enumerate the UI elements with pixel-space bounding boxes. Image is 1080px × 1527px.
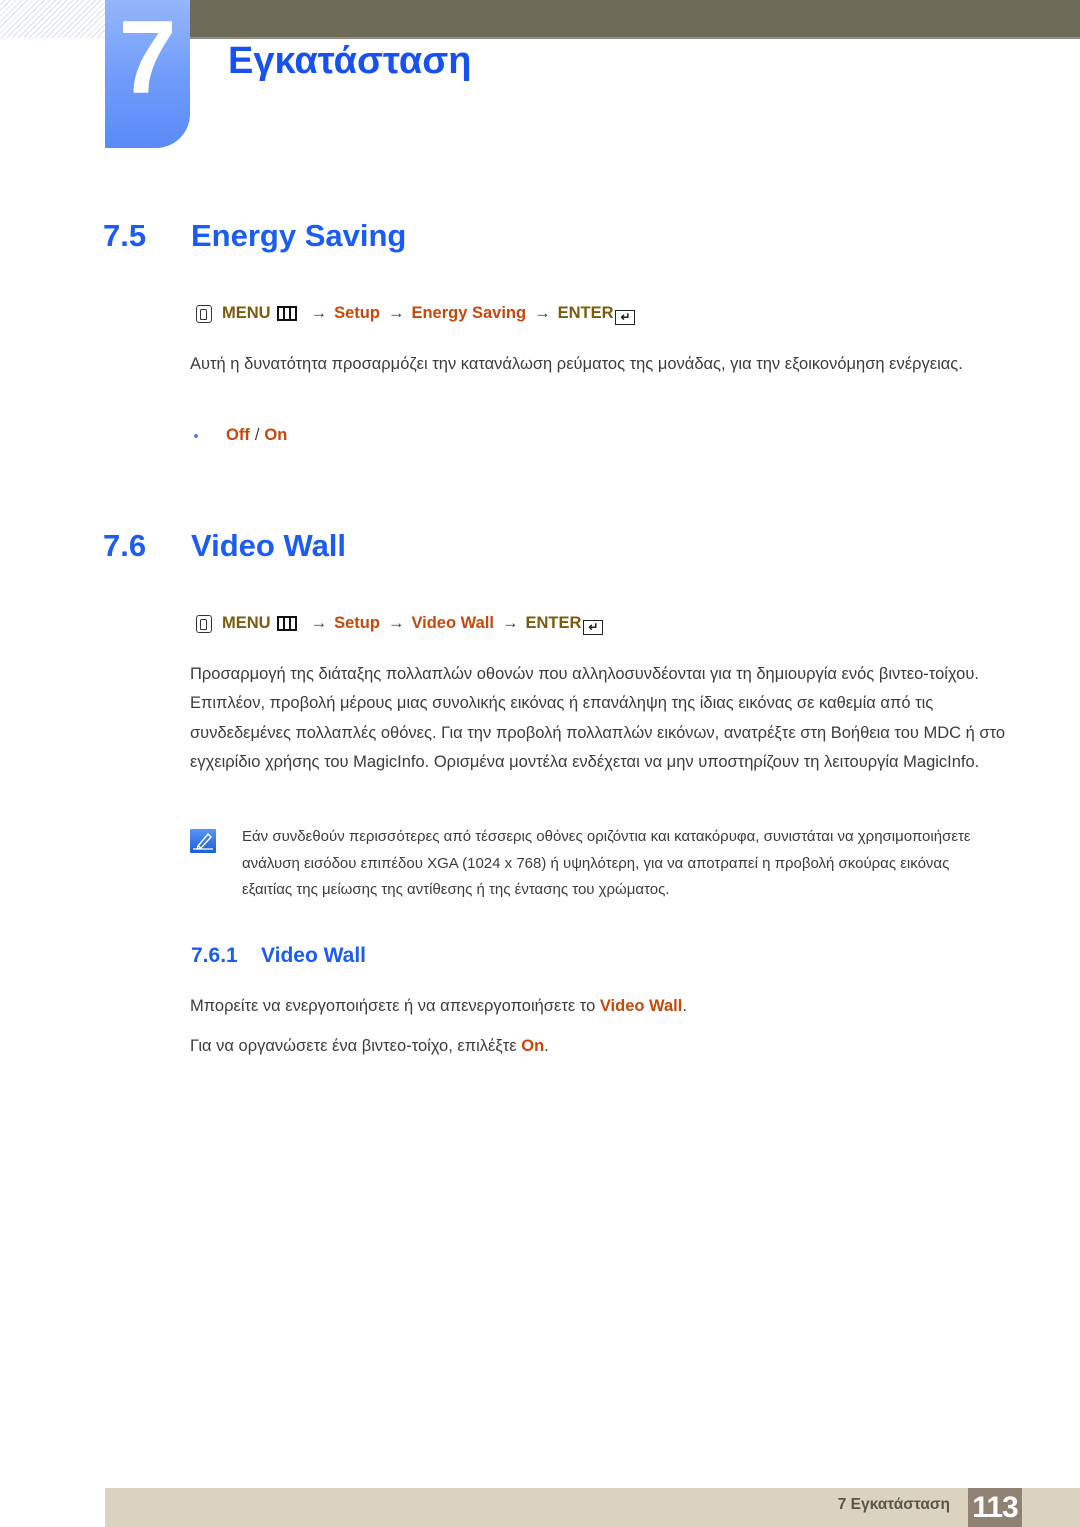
section-number: 7.5 xyxy=(103,218,147,253)
menu-item-setup: Setup xyxy=(334,304,380,322)
note-pencil-icon xyxy=(190,829,216,853)
video-wall-note: Εάν συνδεθούν περισσότερες από τέσσερις … xyxy=(242,828,971,898)
header-hatch-decoration xyxy=(0,0,105,38)
arrow: → xyxy=(534,304,551,322)
menu-item-energy-saving: Energy Saving xyxy=(411,304,527,322)
enter-icon: ↵ xyxy=(583,620,604,635)
page-number: 113 xyxy=(968,1488,1022,1527)
menu-grid-icon xyxy=(276,306,297,321)
menu-grid-icon xyxy=(276,616,297,631)
chapter-number: 7 xyxy=(118,0,177,116)
subsection-title: Video Wall xyxy=(261,944,367,967)
line-text: Μπορείτε να ενεργοποιήσετε ή να απενεργο… xyxy=(190,997,600,1015)
menu-item-video-wall: Video Wall xyxy=(411,614,494,632)
footer-chapter-label: 7 Εγκατάσταση xyxy=(837,1496,950,1513)
enter-icon: ↵ xyxy=(615,310,636,325)
energy-saving-options: Off / On xyxy=(194,426,287,445)
menu-path-video-wall: MENU → Setup → Video Wall → ENTER ↵ xyxy=(196,612,604,635)
video-wall-line-2: Για να οργανώσετε ένα βιντεο-τοίχο, επιλ… xyxy=(190,1032,1010,1061)
line-text: . xyxy=(682,997,687,1015)
section-heading-video-wall: 7.6 Video Wall xyxy=(103,528,346,564)
video-wall-line-1: Μπορείτε να ενεργοποιήσετε ή να απενεργο… xyxy=(190,992,1010,1021)
footer-bar: 7 Εγκατάσταση xyxy=(105,1488,1080,1527)
arrow: → xyxy=(387,614,405,632)
arrow: → xyxy=(387,304,405,322)
line-text: . xyxy=(544,1037,549,1055)
section-title: Video Wall xyxy=(191,528,347,563)
option-separator: / xyxy=(254,426,260,444)
subsection-heading-video-wall: 7.6.1 Video Wall xyxy=(191,944,366,968)
energy-saving-description: Αυτή η δυνατότητα προσαρμόζει την κατανά… xyxy=(190,355,963,373)
menu-item-setup: Setup xyxy=(334,614,380,632)
line-text: Για να οργανώσετε ένα βιντεο-τοίχο, επιλ… xyxy=(190,1037,522,1055)
section-number: 7.6 xyxy=(103,528,147,563)
subsection-number: 7.6.1 xyxy=(191,944,238,967)
menu-label: MENU xyxy=(222,304,271,322)
option-off: Off xyxy=(226,426,250,444)
header-bar xyxy=(190,0,1080,39)
hand-remote-icon xyxy=(196,614,212,633)
enter-label: ENTER xyxy=(525,614,582,632)
arrow: → xyxy=(310,304,328,322)
highlight-on: On xyxy=(521,1037,545,1055)
section-title: Energy Saving xyxy=(191,218,407,253)
chapter-number-badge: 7 xyxy=(105,0,190,148)
highlight-video-wall: Video Wall xyxy=(599,997,683,1015)
menu-label: MENU xyxy=(222,614,271,632)
hand-remote-icon xyxy=(196,304,212,323)
enter-label: ENTER xyxy=(557,304,614,322)
video-wall-description: Προσαρμογή της διάταξης πολλαπλών οθονών… xyxy=(190,665,1006,771)
chapter-title: Εγκατάσταση xyxy=(228,40,472,82)
arrow: → xyxy=(310,614,328,632)
arrow: → xyxy=(501,614,519,632)
section-heading-energy-saving: 7.5 Energy Saving xyxy=(103,218,406,254)
bullet-icon xyxy=(194,433,198,438)
menu-path-energy-saving: MENU → Setup → Energy Saving → ENTER ↵ xyxy=(196,302,636,325)
option-on: On xyxy=(264,426,288,444)
